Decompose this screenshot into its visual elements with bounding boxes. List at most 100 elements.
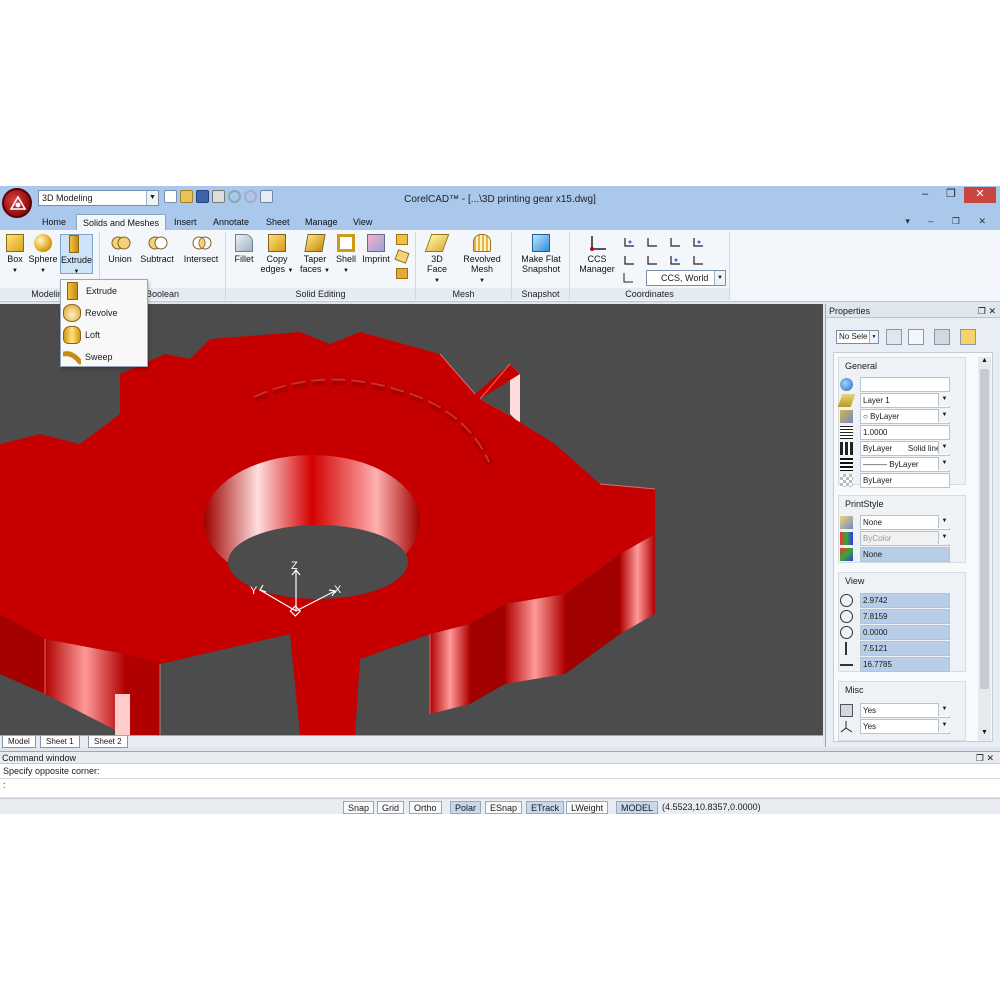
box-button[interactable]: Box ▼: [4, 234, 26, 276]
chevron-down-icon[interactable]: ▼: [869, 331, 878, 343]
prop-value[interactable]: ByColor: [860, 531, 950, 546]
maximize-button[interactable]: ❐: [938, 187, 964, 203]
lweight-toggle[interactable]: LWeight: [566, 801, 609, 814]
chevron-down-icon[interactable]: ▼: [146, 191, 158, 205]
fillet-button[interactable]: Fillet: [230, 234, 258, 264]
command-window-controls[interactable]: ❐ ✕: [976, 752, 994, 764]
scroll-down-arrow[interactable]: ▼: [978, 729, 991, 741]
selection-select[interactable]: No Sele ▼: [836, 330, 879, 344]
small-tool-icon[interactable]: [394, 249, 410, 264]
chevron-down-icon[interactable]: ▼: [938, 409, 950, 422]
sheet-tab-sheet-1[interactable]: Sheet 1: [40, 736, 80, 748]
chevron-down-icon[interactable]: ▼: [938, 703, 950, 716]
prop-value[interactable]: 0.0000: [860, 625, 950, 640]
print-icon[interactable]: [212, 190, 225, 203]
chevron-down-icon[interactable]: ▼: [938, 531, 950, 544]
save-icon[interactable]: [196, 190, 209, 203]
app-logo-icon[interactable]: [2, 188, 32, 218]
menu-item-sweep[interactable]: Sweep: [61, 346, 147, 368]
prop-value[interactable]: ByLayer Solid line: [860, 441, 950, 456]
minimize-button[interactable]: –: [912, 187, 938, 203]
chevron-down-icon[interactable]: ▼: [938, 441, 950, 454]
toggle-pickadd-icon[interactable]: [960, 329, 976, 345]
prop-value[interactable]: ——— ByLayer: [860, 457, 950, 472]
taper-faces-button[interactable]: Taper faces ▼: [298, 234, 332, 276]
chevron-down-icon[interactable]: ▼: [938, 719, 950, 732]
snap-toggle[interactable]: Snap: [343, 801, 375, 814]
customize-icon[interactable]: [260, 190, 273, 203]
filter-icon[interactable]: [934, 329, 950, 345]
polar-toggle[interactable]: Polar: [450, 801, 482, 814]
prop-value[interactable]: 16.7785: [860, 657, 950, 672]
revolved-mesh-button[interactable]: Revolved Mesh ▼: [458, 234, 506, 286]
new-icon[interactable]: [164, 190, 177, 203]
tab-manage[interactable]: Manage: [299, 214, 344, 230]
sheet-tab-sheet-2[interactable]: Sheet 2: [88, 736, 128, 748]
prop-value[interactable]: Layer 1: [860, 393, 950, 408]
panel-options[interactable]: ❐ ✕: [978, 304, 996, 318]
snapshot-icon: [532, 234, 550, 252]
grid-toggle[interactable]: Grid: [377, 801, 405, 814]
tab-sheet[interactable]: Sheet: [260, 214, 296, 230]
ortho-toggle[interactable]: Ortho: [409, 801, 442, 814]
prop-value[interactable]: 1.0000: [860, 425, 950, 440]
union-icon: [111, 234, 131, 252]
prop-value[interactable]: Yes: [860, 703, 950, 718]
prop-value[interactable]: Yes: [860, 719, 950, 734]
quick-select-icon[interactable]: [908, 329, 924, 345]
prop-value[interactable]: None: [860, 515, 950, 530]
shell-button[interactable]: Shell ▼: [332, 234, 360, 276]
menu-item-loft[interactable]: Loft: [61, 324, 147, 346]
workspace-select[interactable]: 3D Modeling ▼: [38, 190, 159, 206]
ccs-manager-button[interactable]: CCS Manager: [576, 234, 618, 274]
properties-scrollbar[interactable]: ▲ ▼: [978, 357, 991, 741]
tab-annotate[interactable]: Annotate: [207, 214, 255, 230]
sphere-button[interactable]: Sphere ▼: [28, 234, 58, 276]
chevron-down-icon[interactable]: ▼: [714, 271, 725, 285]
prop-value[interactable]: ○ ByLayer: [860, 409, 950, 424]
prop-value[interactable]: ByLayer: [860, 473, 950, 488]
scroll-thumb[interactable]: [980, 369, 989, 689]
prop-value[interactable]: None: [860, 547, 950, 562]
close-button[interactable]: ✕: [964, 187, 996, 203]
tab-insert[interactable]: Insert: [168, 214, 203, 230]
select-objects-icon[interactable]: [886, 329, 902, 345]
chevron-down-icon[interactable]: ▼: [938, 393, 950, 406]
ccs-small-icon[interactable]: [622, 272, 634, 284]
small-tool-icon[interactable]: [396, 268, 408, 279]
undo-icon[interactable]: [228, 190, 241, 203]
tab-solids-and-meshes[interactable]: Solids and Meshes: [76, 214, 167, 230]
union-button[interactable]: Union: [104, 234, 136, 264]
ribbon-window-controls[interactable]: ▾ – ❐ ✕: [905, 216, 994, 227]
tab-home[interactable]: Home: [36, 214, 72, 230]
open-icon[interactable]: [180, 190, 193, 203]
small-tool-icon[interactable]: [396, 234, 408, 245]
make-flat-snapshot-button[interactable]: Make Flat Snapshot: [516, 234, 566, 274]
etrack-toggle[interactable]: ETrack: [526, 801, 565, 814]
command-window: Command window ❐ ✕ Specify opposite corn…: [0, 751, 1000, 797]
3d-face-button[interactable]: 3D Face ▼: [422, 234, 452, 286]
imprint-button[interactable]: Imprint: [360, 234, 392, 264]
esnap-toggle[interactable]: ESnap: [485, 801, 523, 814]
tab-view[interactable]: View: [347, 214, 378, 230]
command-input[interactable]: :: [0, 779, 1000, 792]
chevron-down-icon[interactable]: ▼: [938, 457, 950, 470]
sheet-tab-model[interactable]: Model: [2, 736, 36, 748]
menu-item-extrude[interactable]: Extrude: [61, 280, 147, 302]
ccs-select[interactable]: CCS, World ▼: [646, 270, 726, 286]
subtract-button[interactable]: Subtract: [138, 234, 176, 264]
prop-value[interactable]: [860, 377, 950, 392]
copy-edges-button[interactable]: Copy edges ▼: [260, 234, 294, 276]
prop-value[interactable]: 2.9742: [860, 593, 950, 608]
menu-item-revolve[interactable]: Revolve: [61, 302, 147, 324]
prop-value[interactable]: 7.8159: [860, 609, 950, 624]
extrude-button[interactable]: Extrude ▼: [60, 234, 93, 275]
model-toggle[interactable]: MODEL: [616, 801, 659, 814]
intersect-button[interactable]: Intersect: [180, 234, 222, 264]
redo-icon[interactable]: [244, 190, 257, 203]
scroll-up-arrow[interactable]: ▲: [978, 357, 991, 369]
drawing-viewport[interactable]: Z Y X: [0, 304, 823, 735]
chevron-down-icon[interactable]: ▼: [938, 515, 950, 528]
prop-value[interactable]: 7.5121: [860, 641, 950, 656]
ccs-tools-icon[interactable]: [622, 236, 706, 270]
